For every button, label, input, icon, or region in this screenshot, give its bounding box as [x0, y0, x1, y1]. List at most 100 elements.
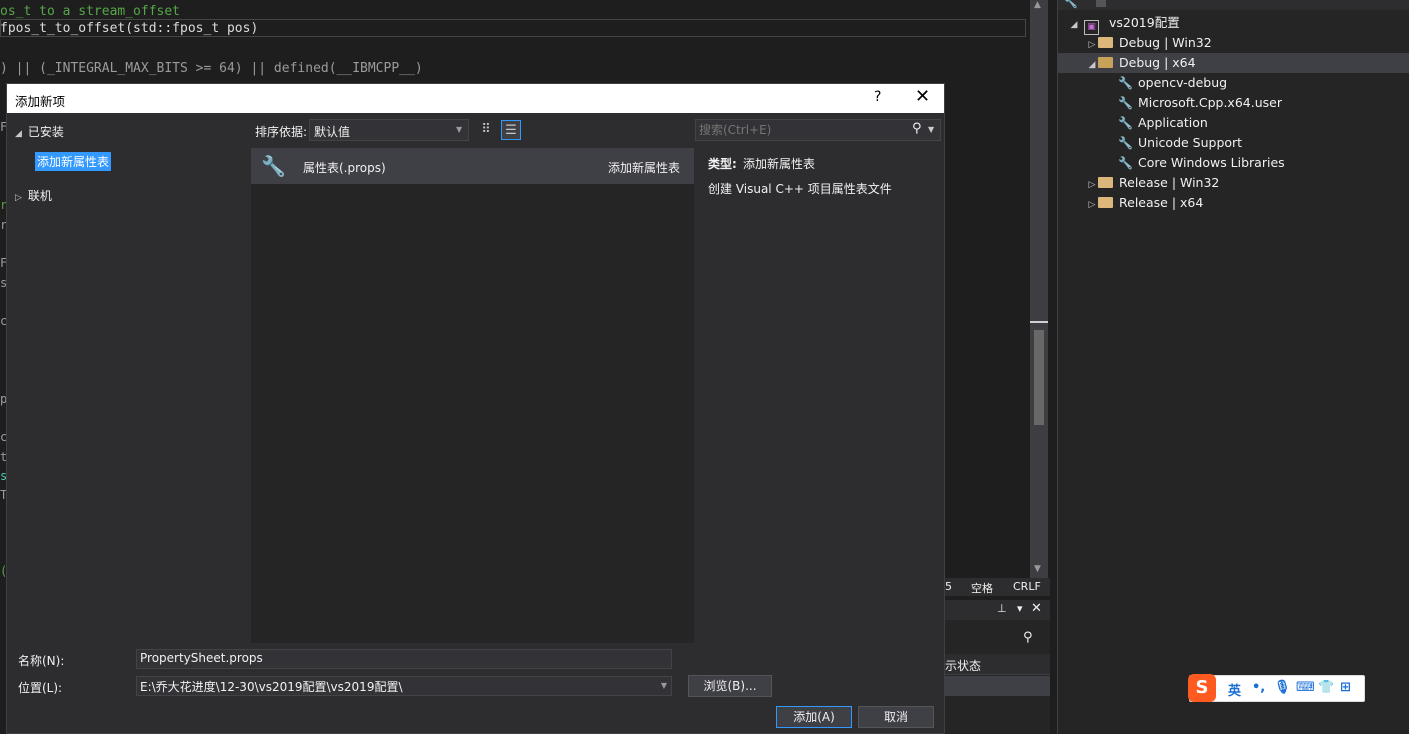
- tree-node-application[interactable]: 🔧 Application: [1118, 113, 1208, 133]
- status-eol[interactable]: CRLF: [1013, 580, 1041, 593]
- scroll-up-arrow-icon[interactable]: ▲: [1034, 0, 1041, 10]
- solution-explorer-toolbar: 🔧: [1058, 0, 1409, 10]
- sogou-logo-icon[interactable]: S: [1188, 674, 1216, 702]
- tree-node-release-x64[interactable]: ▷ Release | x64: [1086, 193, 1204, 215]
- template-list: 🔧 属性表(.props) 添加新属性表: [251, 148, 694, 643]
- grid-view-button[interactable]: ⠿: [476, 120, 496, 140]
- location-label: 位置(L):: [18, 681, 63, 695]
- browse-button[interactable]: 浏览(B)...: [688, 675, 772, 697]
- help-button[interactable]: ?: [874, 89, 881, 105]
- tree-node-core-windows-libraries[interactable]: 🔧 Core Windows Libraries: [1118, 153, 1285, 173]
- code-line-2: fpos_t_to_offset(std::fpos_t pos): [0, 21, 259, 36]
- pane-header: ⊥ ▾ ✕: [945, 600, 1050, 620]
- ime-toolbar: S 英 •, 🎙 ⌨ 👕 ⊞: [1188, 674, 1365, 702]
- tree-node-debug-win32[interactable]: ▷ Debug | Win32: [1086, 33, 1212, 53]
- list-row[interactable]: [945, 676, 1050, 696]
- property-sheet-icon: 🔧: [1118, 156, 1133, 170]
- template-search-box[interactable]: ⚲ ▼: [695, 119, 941, 141]
- expand-arrow-icon[interactable]: ▷: [1086, 35, 1098, 55]
- dropdown-arrow-icon[interactable]: ▾: [1017, 602, 1023, 615]
- category-online-label: 联机: [27, 189, 52, 203]
- expand-arrow-icon[interactable]: ▷: [1086, 195, 1098, 215]
- dropdown-arrow-icon: ▼: [456, 125, 463, 134]
- close-button[interactable]: ✕: [915, 86, 930, 107]
- editor-vertical-scrollbar[interactable]: ▲ ▼: [1030, 0, 1048, 578]
- keyboard-icon[interactable]: ⌨: [1296, 680, 1315, 695]
- name-field[interactable]: PropertySheet.props: [136, 649, 672, 669]
- pin-icon[interactable]: ⊥: [997, 602, 1007, 615]
- list-icon: ☰: [505, 123, 517, 138]
- tree-node-unicode-support[interactable]: 🔧 Unicode Support: [1118, 133, 1242, 153]
- toolbar-button[interactable]: [1096, 0, 1106, 7]
- sort-by-label: 排序依据:: [255, 125, 308, 139]
- sort-by-value: 默认值: [314, 125, 351, 139]
- name-label: 名称(N):: [18, 654, 65, 668]
- template-item-property-sheet[interactable]: 🔧 属性表(.props) 添加新属性表: [251, 148, 694, 184]
- node-label: Unicode Support: [1138, 135, 1243, 150]
- add-button[interactable]: 添加(A): [776, 706, 852, 728]
- folder-icon: [1098, 197, 1113, 208]
- ime-punct-toggle[interactable]: •,: [1252, 680, 1265, 695]
- dropdown-arrow-icon[interactable]: ▼: [928, 125, 934, 134]
- scroll-down-arrow-icon[interactable]: ▼: [1034, 564, 1041, 574]
- sort-by-dropdown[interactable]: 默认值 ▼: [309, 119, 469, 141]
- detail-description: 创建 Visual C++ 项目属性表文件: [708, 182, 892, 196]
- template-search-input[interactable]: [699, 122, 899, 138]
- detail-type-label: 类型:: [708, 157, 737, 171]
- expand-arrow-icon[interactable]: ▷: [1086, 175, 1098, 195]
- tree-node-cpp-user[interactable]: 🔧 Microsoft.Cpp.x64.user: [1118, 93, 1282, 113]
- tree-node-opencv-debug[interactable]: 🔧 opencv-debug: [1118, 73, 1227, 93]
- ime-mode-toggle[interactable]: 英: [1228, 680, 1241, 699]
- shirt-icon[interactable]: 👕: [1318, 680, 1334, 695]
- location-value: E:\乔大花进度\12-30\vs2019配置\vs2019配置\: [140, 680, 403, 694]
- node-label: Release | x64: [1119, 195, 1204, 210]
- collapse-arrow-icon[interactable]: ◢: [1086, 55, 1098, 75]
- node-label: Debug | x64: [1119, 55, 1196, 70]
- node-label: Debug | Win32: [1119, 35, 1212, 50]
- list-view-button[interactable]: ☰: [501, 120, 521, 140]
- microphone-icon[interactable]: 🎙: [1274, 680, 1291, 695]
- property-sheet-icon: 🔧: [1118, 116, 1133, 130]
- template-name: 属性表(.props): [303, 161, 386, 175]
- add-new-item-dialog: 添加新项 ? ✕ ◢ 已安装 添加新属性表 ▷ 联机 排序依据: 默认值 ▼ ⠿ ☰…: [6, 83, 945, 734]
- category-add-property-sheet[interactable]: 添加新属性表: [35, 152, 112, 171]
- category-installed[interactable]: ◢ 已安装: [15, 123, 64, 140]
- code-line-3: ) || (_INTEGRAL_MAX_BITS >= 64) || defin…: [0, 61, 423, 76]
- search-icon[interactable]: ⚲: [1023, 630, 1033, 645]
- node-label: Release | Win32: [1119, 175, 1220, 190]
- status-indent[interactable]: 空格: [971, 580, 993, 596]
- expand-arrow-icon[interactable]: ▷: [15, 193, 22, 203]
- tree-node-debug-x64[interactable]: ◢ Debug | x64: [1058, 53, 1409, 73]
- template-details-pane: 类型: 添加新属性表 创建 Visual C++ 项目属性表文件: [695, 148, 943, 643]
- search-icon[interactable]: ⚲: [912, 121, 922, 136]
- dialog-titlebar: 添加新项 ? ✕: [7, 84, 944, 113]
- property-sheet-icon: 🔧: [1118, 136, 1133, 150]
- node-label: Core Windows Libraries: [1138, 155, 1285, 170]
- location-field[interactable]: E:\乔大花进度\12-30\vs2019配置\vs2019配置\ ▼: [136, 676, 672, 696]
- scrollbar-thumb[interactable]: [1034, 330, 1044, 425]
- property-sheet-icon: 🔧: [1118, 76, 1133, 90]
- collapse-arrow-icon[interactable]: ◢: [15, 129, 22, 139]
- category-online[interactable]: ▷ 联机: [15, 187, 52, 204]
- folder-open-icon: [1098, 57, 1113, 68]
- node-label: Microsoft.Cpp.x64.user: [1138, 95, 1282, 110]
- column-header-row: 示状态: [945, 654, 1050, 675]
- solution-explorer: 🔧 ◢ ▣ vs2019配置 ▷ Debug | Win32 ◢ Debug | x…: [1057, 0, 1409, 734]
- column-header-status[interactable]: 示状态: [945, 657, 981, 674]
- dialog-title: 添加新项: [15, 94, 66, 109]
- code-line-1: os_t to a stream_offset: [0, 4, 181, 19]
- property-sheet-icon: 🔧: [1118, 96, 1133, 110]
- scroll-position-marker: [1030, 321, 1048, 323]
- apps-icon[interactable]: ⊞: [1340, 680, 1351, 695]
- folder-icon: [1098, 37, 1113, 48]
- grid-icon: ⠿: [481, 122, 491, 137]
- node-label: Application: [1138, 115, 1208, 130]
- dropdown-arrow-icon[interactable]: ▼: [661, 681, 667, 690]
- tree-project-node[interactable]: ◢ ▣ vs2019配置: [1068, 13, 1180, 35]
- close-icon[interactable]: ✕: [1031, 601, 1042, 616]
- collapse-arrow-icon[interactable]: ◢: [1068, 15, 1080, 35]
- wrench-icon[interactable]: 🔧: [1064, 0, 1078, 9]
- tree-node-release-win32[interactable]: ▷ Release | Win32: [1086, 173, 1220, 195]
- category-pane: ◢ 已安装 添加新属性表 ▷ 联机: [7, 113, 250, 643]
- cancel-button[interactable]: 取消: [858, 706, 934, 728]
